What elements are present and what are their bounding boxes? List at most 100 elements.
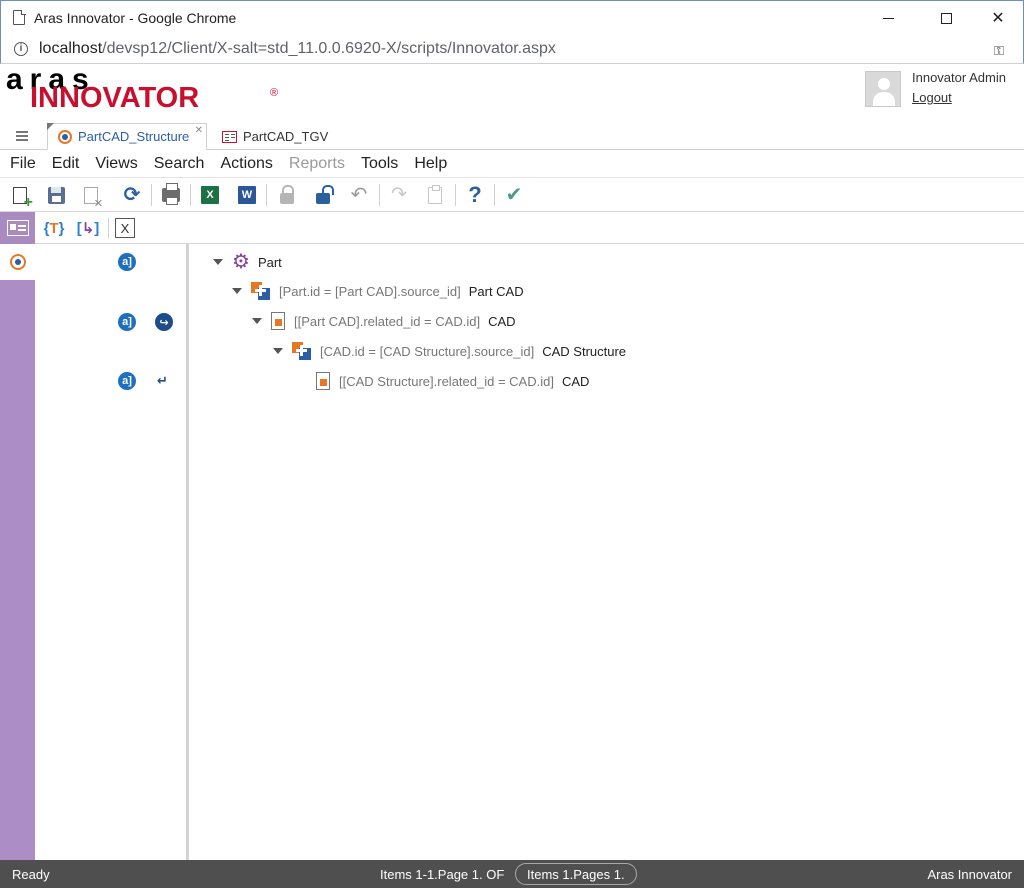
redo-icon: ↷ xyxy=(391,184,407,205)
query-toolbar: {T} [↳] X xyxy=(0,212,1024,244)
query-tree: ⚙ Part [Part.id = [Part CAD].source_id] … xyxy=(189,244,1024,860)
refresh-button[interactable]: ⟳ xyxy=(121,184,143,206)
node-label: CAD xyxy=(488,313,516,329)
expand-caret-icon[interactable] xyxy=(213,259,223,265)
close-window-button[interactable]: ✕ xyxy=(975,1,1021,35)
hamburger-icon[interactable] xyxy=(16,131,28,143)
save-button[interactable] xyxy=(45,184,67,206)
attribute-icon[interactable]: a] xyxy=(118,253,136,271)
logout-link[interactable]: Logout xyxy=(912,90,952,105)
status-pages-button[interactable]: Items 1.Pages 1. xyxy=(515,863,637,885)
excel-icon: X xyxy=(201,186,219,204)
menu-help[interactable]: Help xyxy=(414,155,447,173)
undo-icon: ↶ xyxy=(350,184,368,206)
help-button[interactable]: ? xyxy=(464,184,486,206)
undo-button[interactable]: ↶ xyxy=(348,184,370,206)
query-view-button[interactable] xyxy=(0,212,35,244)
node-condition: [[CAD Structure].related_id = CAD.id] xyxy=(339,373,554,389)
unlock-button[interactable] xyxy=(312,184,334,206)
menu-reports[interactable]: Reports xyxy=(289,155,345,173)
node-condition: [Part.id = [Part CAD].source_id] xyxy=(279,283,461,299)
browser-title-bar: Aras Innovator - Google Chrome ✕ xyxy=(0,0,1024,34)
key-icon[interactable]: ⚿ xyxy=(994,43,1004,59)
validate-button[interactable]: ✔ xyxy=(503,184,525,206)
menu-edit[interactable]: Edit xyxy=(52,155,80,173)
help-icon: ? xyxy=(468,182,482,207)
export-word-button[interactable]: W xyxy=(236,184,258,206)
references-icon: ↳ xyxy=(81,220,95,237)
menu-bar: File Edit Views Search Actions Reports T… xyxy=(0,150,1024,177)
attribute-icon[interactable]: a] xyxy=(118,313,136,331)
tab-close-icon[interactable]: ✕ xyxy=(195,125,203,136)
paste-button[interactable] xyxy=(424,184,446,206)
xml-button[interactable]: X xyxy=(115,218,135,238)
minimize-button[interactable] xyxy=(865,1,911,35)
url-path: /devsp12/Client/X-salt=std_11.0.0.6920-X… xyxy=(102,40,556,57)
status-brand: Aras Innovator xyxy=(927,867,1012,882)
lock-icon xyxy=(280,184,294,204)
check-icon: ✔ xyxy=(505,184,523,206)
node-label: CAD Structure xyxy=(542,343,627,359)
form-icon xyxy=(222,130,237,143)
reference-icon xyxy=(271,312,285,330)
query-view-icon xyxy=(6,220,29,236)
maximize-icon xyxy=(940,12,952,24)
node-label: Part CAD xyxy=(468,283,524,299)
info-icon[interactable]: i xyxy=(14,42,28,56)
discard-icon xyxy=(84,186,103,210)
menu-file[interactable]: File xyxy=(10,155,36,173)
return-icon[interactable]: ↵ xyxy=(157,373,168,389)
tab-label: PartCAD_Structure xyxy=(78,129,190,144)
menu-search[interactable]: Search xyxy=(154,155,205,173)
join-icon xyxy=(292,342,312,360)
minimize-icon xyxy=(882,17,894,19)
expand-caret-icon[interactable] xyxy=(252,318,262,324)
expand-caret-icon[interactable] xyxy=(273,348,283,354)
menu-tools[interactable]: Tools xyxy=(361,155,398,173)
references-button[interactable]: [↳] xyxy=(75,217,101,239)
node-condition: [CAD.id = [CAD Structure].source_id] xyxy=(320,343,535,359)
menu-actions[interactable]: Actions xyxy=(220,155,272,173)
export-excel-button[interactable]: X xyxy=(199,184,221,206)
lock-button[interactable] xyxy=(276,184,298,206)
tab-partcad-structure[interactable]: PartCAD_Structure ✕ xyxy=(47,123,207,150)
redo-button[interactable]: ↷ xyxy=(388,184,410,206)
query-definition-icon[interactable] xyxy=(10,254,26,270)
link-icon[interactable]: ↪ xyxy=(155,313,173,331)
logo-registered: ® xyxy=(270,87,279,99)
clipboard-icon xyxy=(428,184,442,204)
tree-node-cad-leaf[interactable]: [[CAD Structure].related_id = CAD.id] CA… xyxy=(316,370,589,392)
bracket-right: ] xyxy=(94,219,100,237)
parameters-button[interactable]: {T} xyxy=(41,217,67,239)
tab-partcad-tgv[interactable]: PartCAD_TGV xyxy=(212,123,342,150)
status-ready: Ready xyxy=(12,867,50,882)
window-title: Aras Innovator - Google Chrome xyxy=(34,10,237,26)
tree-node-part[interactable]: ⚙ Part xyxy=(213,251,282,273)
reference-icon xyxy=(316,372,330,390)
avatar[interactable] xyxy=(865,71,901,107)
expand-caret-icon[interactable] xyxy=(232,288,242,294)
logo-innovator: INNOVATOR xyxy=(30,82,200,114)
word-icon: W xyxy=(238,186,256,204)
tree-node-part-cad[interactable]: [Part.id = [Part CAD].source_id] Part CA… xyxy=(232,280,524,302)
print-button[interactable] xyxy=(160,183,182,206)
attribute-icon[interactable]: a] xyxy=(118,372,136,390)
tree-node-cad-structure[interactable]: [CAD.id = [CAD Structure].source_id] CAD… xyxy=(273,340,626,362)
maximize-button[interactable] xyxy=(923,1,969,35)
status-items: Items 1-1.Page 1. OF xyxy=(380,867,505,882)
query-definition-icon xyxy=(58,129,72,144)
tree-node-cad[interactable]: [[Part CAD].related_id = CAD.id] CAD xyxy=(252,310,516,332)
refresh-icon: ⟳ xyxy=(123,184,141,206)
new-item-button[interactable] xyxy=(9,184,33,211)
discard-button[interactable] xyxy=(80,184,103,210)
url-text[interactable]: localhost/devsp12/Client/X-salt=std_11.0… xyxy=(39,40,556,58)
address-bar[interactable]: i localhost/devsp12/Client/X-salt=std_11… xyxy=(0,34,1024,64)
app-header: aras INNOVATOR ® Innovator Admin Logout xyxy=(0,64,1024,120)
left-accordion-strip xyxy=(0,244,35,860)
print-icon xyxy=(162,183,180,205)
main-toolbar: ⟳ X W ↶ ↷ ? ✔ xyxy=(0,177,1024,212)
close-icon: ✕ xyxy=(991,10,1005,27)
menu-views[interactable]: Views xyxy=(95,155,137,173)
properties-panel: a] a] ↪ a] ↵ xyxy=(35,244,187,860)
unlock-icon xyxy=(316,184,334,204)
